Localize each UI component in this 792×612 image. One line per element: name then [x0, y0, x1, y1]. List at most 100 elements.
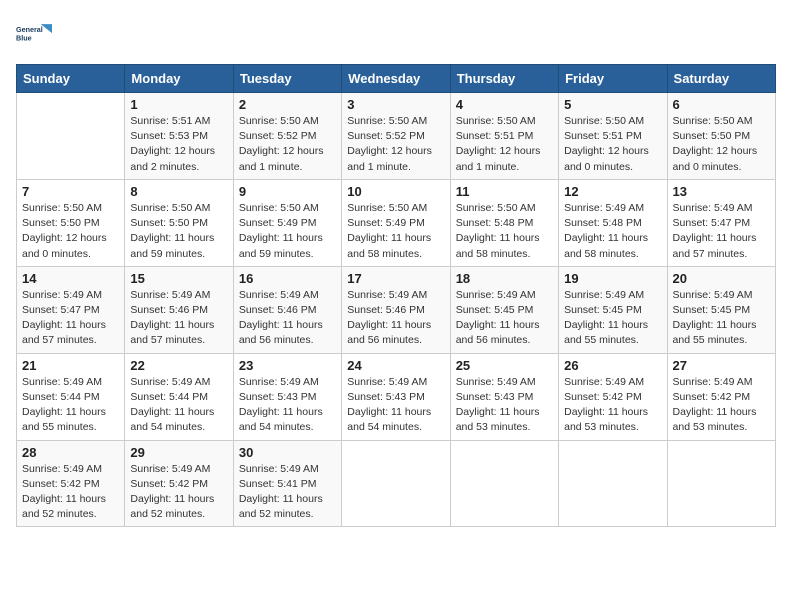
day-info: Sunrise: 5:49 AMSunset: 5:45 PMDaylight:… [456, 288, 553, 349]
weekday-header-friday: Friday [559, 65, 667, 93]
day-number: 19 [564, 271, 661, 286]
calendar-cell: 7 Sunrise: 5:50 AMSunset: 5:50 PMDaylight… [17, 179, 125, 266]
calendar-cell: 4 Sunrise: 5:50 AMSunset: 5:51 PMDaylight… [450, 93, 558, 180]
calendar-cell: 17 Sunrise: 5:49 AMSunset: 5:46 PMDayligh… [342, 266, 450, 353]
calendar-cell: 10Sunrise: 5:50 AMSunset: 5:49 PMDayligh… [342, 179, 450, 266]
day-info: Sunrise: 5:49 AMSunset: 5:47 PMDaylight:… [673, 201, 770, 262]
calendar-cell [667, 440, 775, 527]
day-number: 9 [239, 184, 336, 199]
day-info: Sunrise: 5:49 AMSunset: 5:45 PMDaylight:… [673, 288, 770, 349]
day-number: 1 [130, 97, 227, 112]
day-info: Sunrise: 5:49 AMSunset: 5:43 PMDaylight:… [347, 375, 444, 436]
calendar-cell: 14 Sunrise: 5:49 AMSunset: 5:47 PMDayligh… [17, 266, 125, 353]
day-info: Sunrise: 5:51 AMSunset: 5:53 PMDaylight:… [130, 114, 227, 175]
day-info: Sunrise: 5:49 AMSunset: 5:42 PMDaylight:… [22, 462, 119, 523]
day-info: Sunrise: 5:50 AMSunset: 5:50 PMDaylight:… [673, 114, 770, 175]
calendar-cell: 19Sunrise: 5:49 AMSunset: 5:45 PMDayligh… [559, 266, 667, 353]
calendar-week-3: 14 Sunrise: 5:49 AMSunset: 5:47 PMDayligh… [17, 266, 776, 353]
calendar-cell [342, 440, 450, 527]
calendar-cell: 5 Sunrise: 5:50 AMSunset: 5:51 PMDaylight… [559, 93, 667, 180]
calendar-cell: 20 Sunrise: 5:49 AMSunset: 5:45 PMDayligh… [667, 266, 775, 353]
day-number: 15 [130, 271, 227, 286]
calendar-cell: 11 Sunrise: 5:50 AMSunset: 5:48 PMDayligh… [450, 179, 558, 266]
svg-text:Blue: Blue [16, 33, 32, 42]
day-info: Sunrise: 5:49 AMSunset: 5:42 PMDaylight:… [673, 375, 770, 436]
weekday-header-sunday: Sunday [17, 65, 125, 93]
day-number: 27 [673, 358, 770, 373]
calendar-cell: 15Sunrise: 5:49 AMSunset: 5:46 PMDayligh… [125, 266, 233, 353]
day-number: 26 [564, 358, 661, 373]
calendar-cell: 9 Sunrise: 5:50 AMSunset: 5:49 PMDaylight… [233, 179, 341, 266]
day-info: Sunrise: 5:50 AMSunset: 5:49 PMDaylight:… [239, 201, 336, 262]
day-number: 30 [239, 445, 336, 460]
logo: GeneralBlue [16, 16, 52, 52]
calendar-table: SundayMondayTuesdayWednesdayThursdayFrid… [16, 64, 776, 527]
day-number: 25 [456, 358, 553, 373]
day-number: 23 [239, 358, 336, 373]
day-number: 12 [564, 184, 661, 199]
calendar-cell: 28 Sunrise: 5:49 AMSunset: 5:42 PMDayligh… [17, 440, 125, 527]
day-number: 24 [347, 358, 444, 373]
day-number: 13 [673, 184, 770, 199]
calendar-cell: 27 Sunrise: 5:49 AMSunset: 5:42 PMDayligh… [667, 353, 775, 440]
weekday-header-thursday: Thursday [450, 65, 558, 93]
day-number: 14 [22, 271, 119, 286]
calendar-cell: 16 Sunrise: 5:49 AMSunset: 5:46 PMDayligh… [233, 266, 341, 353]
day-info: Sunrise: 5:50 AMSunset: 5:48 PMDaylight:… [456, 201, 553, 262]
day-number: 3 [347, 97, 444, 112]
day-number: 8 [130, 184, 227, 199]
day-number: 4 [456, 97, 553, 112]
day-number: 17 [347, 271, 444, 286]
day-info: Sunrise: 5:50 AMSunset: 5:50 PMDaylight:… [22, 201, 119, 262]
day-info: Sunrise: 5:50 AMSunset: 5:52 PMDaylight:… [347, 114, 444, 175]
calendar-cell: 2 Sunrise: 5:50 AMSunset: 5:52 PMDaylight… [233, 93, 341, 180]
calendar-cell: 23Sunrise: 5:49 AMSunset: 5:43 PMDayligh… [233, 353, 341, 440]
day-info: Sunrise: 5:50 AMSunset: 5:51 PMDaylight:… [564, 114, 661, 175]
logo-icon: GeneralBlue [16, 16, 52, 52]
calendar-cell [559, 440, 667, 527]
calendar-week-1: 1 Sunrise: 5:51 AMSunset: 5:53 PMDaylight… [17, 93, 776, 180]
calendar-cell: 26 Sunrise: 5:49 AMSunset: 5:42 PMDayligh… [559, 353, 667, 440]
day-number: 22 [130, 358, 227, 373]
header: GeneralBlue [16, 16, 776, 52]
day-info: Sunrise: 5:49 AMSunset: 5:41 PMDaylight:… [239, 462, 336, 523]
day-info: Sunrise: 5:49 AMSunset: 5:46 PMDaylight:… [239, 288, 336, 349]
calendar-cell: 6 Sunrise: 5:50 AMSunset: 5:50 PMDaylight… [667, 93, 775, 180]
weekday-header-saturday: Saturday [667, 65, 775, 93]
day-info: Sunrise: 5:49 AMSunset: 5:46 PMDaylight:… [347, 288, 444, 349]
day-number: 29 [130, 445, 227, 460]
calendar-week-5: 28 Sunrise: 5:49 AMSunset: 5:42 PMDayligh… [17, 440, 776, 527]
day-number: 6 [673, 97, 770, 112]
calendar-cell: 22 Sunrise: 5:49 AMSunset: 5:44 PMDayligh… [125, 353, 233, 440]
calendar-cell: 21Sunrise: 5:49 AMSunset: 5:44 PMDayligh… [17, 353, 125, 440]
day-info: Sunrise: 5:49 AMSunset: 5:48 PMDaylight:… [564, 201, 661, 262]
calendar-week-2: 7 Sunrise: 5:50 AMSunset: 5:50 PMDaylight… [17, 179, 776, 266]
day-info: Sunrise: 5:49 AMSunset: 5:42 PMDaylight:… [564, 375, 661, 436]
day-number: 20 [673, 271, 770, 286]
calendar-week-4: 21 Sunrise: 5:49 AMSunset: 5:44 PMDayligh… [17, 353, 776, 440]
weekday-header-row: SundayMondayTuesdayWednesdayThursdayFrid… [17, 65, 776, 93]
day-info: Sunrise: 5:50 AMSunset: 5:51 PMDaylight:… [456, 114, 553, 175]
day-info: Sunrise: 5:49 AMSunset: 5:43 PMDaylight:… [456, 375, 553, 436]
day-number: 28 [22, 445, 119, 460]
day-number: 7 [22, 184, 119, 199]
calendar-cell: 3 Sunrise: 5:50 AMSunset: 5:52 PMDaylight… [342, 93, 450, 180]
day-info: Sunrise: 5:49 AMSunset: 5:47 PMDaylight:… [22, 288, 119, 349]
calendar-cell: 13 Sunrise: 5:49 AMSunset: 5:47 PMDayligh… [667, 179, 775, 266]
day-info: Sunrise: 5:49 AMSunset: 5:42 PMDaylight:… [130, 462, 227, 523]
day-number: 16 [239, 271, 336, 286]
day-number: 5 [564, 97, 661, 112]
calendar-cell: 24 Sunrise: 5:49 AMSunset: 5:43 PMDayligh… [342, 353, 450, 440]
day-number: 18 [456, 271, 553, 286]
day-info: Sunrise: 5:49 AMSunset: 5:44 PMDaylight:… [130, 375, 227, 436]
calendar-cell: 8Sunrise: 5:50 AMSunset: 5:50 PMDaylight… [125, 179, 233, 266]
calendar-cell [450, 440, 558, 527]
calendar-cell: 25 Sunrise: 5:49 AMSunset: 5:43 PMDayligh… [450, 353, 558, 440]
day-number: 21 [22, 358, 119, 373]
day-number: 10 [347, 184, 444, 199]
day-number: 11 [456, 184, 553, 199]
calendar-cell: 1 Sunrise: 5:51 AMSunset: 5:53 PMDaylight… [125, 93, 233, 180]
day-number: 2 [239, 97, 336, 112]
day-info: Sunrise: 5:50 AMSunset: 5:52 PMDaylight:… [239, 114, 336, 175]
weekday-header-wednesday: Wednesday [342, 65, 450, 93]
